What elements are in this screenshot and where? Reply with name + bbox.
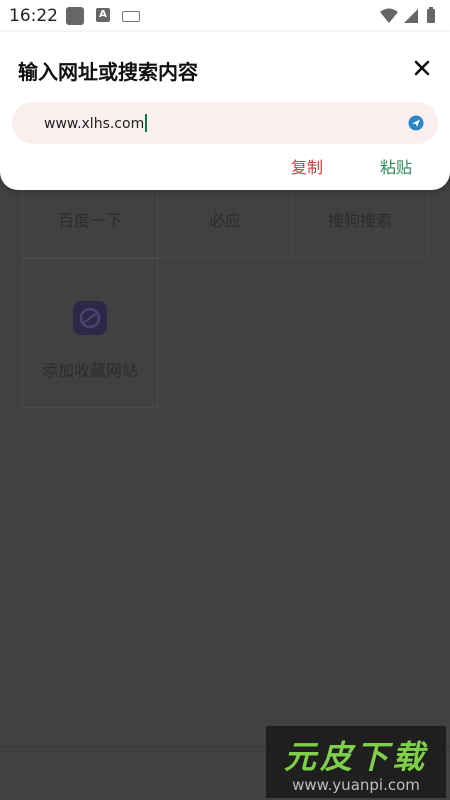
tile-bing[interactable]: 必应 [157, 190, 293, 258]
paste-button[interactable]: 粘贴 [380, 154, 412, 178]
dialog-title: 输入网址或搜索内容 [18, 60, 198, 84]
copy-button[interactable]: 复制 [291, 154, 323, 178]
watermark-url: www.yuanpi.com [292, 776, 420, 794]
a-icon: A [96, 8, 110, 22]
square-icon [66, 7, 84, 25]
status-bar: 16:22 A [0, 0, 450, 32]
tile-label: 添加收藏网站 [41, 361, 138, 380]
wifi-signal-battery-icon [380, 7, 435, 23]
url-dialog: 输入网址或搜索内容 www.xlhs.com 复制 粘贴 [0, 32, 450, 190]
tile-label: 必应 [208, 211, 241, 230]
keyboard-icon [122, 11, 140, 22]
status-time: 16:22 [9, 6, 58, 26]
url-input-text[interactable]: www.xlhs.com [44, 114, 148, 132]
text-caret [145, 114, 148, 132]
status-icons [378, 6, 442, 31]
tile-sogou[interactable]: 搜狗搜索 [292, 190, 428, 258]
tile-add-favorite[interactable]: 添加收藏网站 [22, 258, 158, 408]
watermark-logo: 元皮下载 www.yuanpi.com [266, 726, 446, 798]
close-icon [414, 60, 430, 76]
tile-baidu[interactable]: 百度一下 [22, 190, 158, 258]
tile-label: 搜狗搜索 [327, 211, 392, 230]
url-input[interactable]: www.xlhs.com [12, 102, 438, 144]
watermark-title: 元皮下载 [283, 738, 428, 776]
tile-label: 百度一下 [57, 211, 122, 230]
close-button[interactable] [410, 56, 434, 80]
planet-icon [73, 301, 107, 335]
send-icon[interactable] [408, 115, 424, 131]
